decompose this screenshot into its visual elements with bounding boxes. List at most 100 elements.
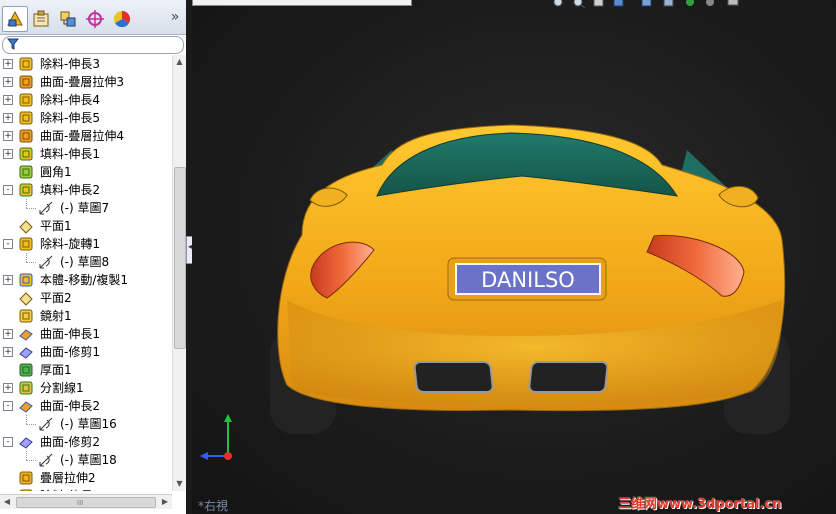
tree-item[interactable]: + 曲面-伸長1	[0, 325, 172, 343]
expand-tabs-chevron-icon[interactable]: »	[168, 9, 182, 25]
tab-property-manager[interactable]	[28, 6, 54, 32]
scroll-grip: III	[77, 499, 84, 507]
tree-item-label: 除料-伸長4	[40, 93, 100, 107]
tree-item[interactable]: 鏡射1	[0, 307, 172, 325]
tree-item-label: 圓角1	[40, 165, 72, 179]
loft-icon	[19, 471, 33, 485]
move-copy-body-icon	[19, 273, 33, 287]
property-manager-icon	[33, 10, 49, 27]
feature-tree-horizontal-scrollbar[interactable]: ◀ III ▶	[0, 494, 172, 509]
tree-item[interactable]: + 曲面-疊層拉伸3	[0, 73, 172, 91]
scroll-left-arrow-icon[interactable]: ◀	[0, 495, 14, 509]
tree-item-label: 曲面-疊層拉伸3	[40, 75, 124, 89]
expand-toggle-icon[interactable]: +	[3, 329, 13, 339]
scroll-up-arrow-icon[interactable]: ▲	[173, 55, 186, 69]
tree-item-label: 除料-伸長3	[40, 57, 100, 71]
tree-item[interactable]: - 除料-旋轉1	[0, 235, 172, 253]
tree-item[interactable]: +除料-伸長6	[0, 487, 172, 491]
collapse-toggle-icon[interactable]: -	[3, 185, 13, 195]
surface-extrude-icon	[19, 401, 33, 413]
surface-loft-icon	[19, 75, 33, 89]
vertical-scroll-thumb[interactable]	[174, 167, 186, 349]
tree-item[interactable]: - 填料-伸長2	[0, 181, 172, 199]
tree-item[interactable]: (-) 草圖8	[0, 253, 172, 271]
fillet-icon	[19, 165, 33, 179]
tree-item-label: 鏡射1	[40, 309, 72, 323]
tab-display-manager[interactable]	[109, 6, 135, 32]
tree-item[interactable]: 平面2	[0, 289, 172, 307]
collapse-toggle-icon[interactable]: -	[3, 239, 13, 249]
tree-item[interactable]: + 填料-伸長1	[0, 145, 172, 163]
feature-manager-icon	[7, 10, 23, 27]
license-plate-text: DANILSO	[481, 268, 575, 292]
tree-item[interactable]: (-) 草圖7	[0, 199, 172, 217]
tree-item-label: 本體-移動/複製1	[40, 273, 129, 287]
tree-item[interactable]: + 除料-伸長3	[0, 55, 172, 73]
tree-item-label: 平面2	[40, 291, 72, 305]
tree-item-label: 除料-旋轉1	[40, 237, 100, 251]
tree-item[interactable]: (-) 草圖16	[0, 415, 172, 433]
tree-guide-line	[26, 451, 27, 460]
view-orientation-label: *右視	[198, 499, 229, 513]
tree-item[interactable]: 平面1	[0, 217, 172, 235]
tree-item[interactable]: 圓角1	[0, 163, 172, 181]
tree-item[interactable]: + 除料-伸長4	[0, 91, 172, 109]
surface-extrude-icon	[19, 329, 33, 341]
plane-icon	[19, 292, 33, 306]
expand-toggle-icon[interactable]: +	[3, 59, 13, 69]
tree-guide-line	[26, 424, 36, 425]
tree-item-label: 曲面-修剪1	[40, 345, 100, 359]
collapse-toggle-icon[interactable]: -	[3, 437, 13, 447]
expand-toggle-icon[interactable]: +	[3, 95, 13, 105]
cut-extrude-icon	[19, 93, 33, 107]
feature-tree-vertical-scrollbar[interactable]: ▲ ▼	[172, 55, 186, 491]
tree-guide-line	[26, 415, 27, 424]
tree-guide-line	[26, 208, 36, 209]
boss-extrude-icon	[19, 147, 33, 161]
tree-item[interactable]: - 曲面-伸長2	[0, 397, 172, 415]
expand-toggle-icon[interactable]: +	[3, 131, 13, 141]
tree-item[interactable]: + 分割線1	[0, 379, 172, 397]
expand-toggle-icon[interactable]: +	[3, 149, 13, 159]
car-model-render[interactable]: DANILSO	[192, 0, 836, 514]
tab-feature-manager[interactable]	[2, 6, 28, 32]
expand-toggle-icon[interactable]: +	[3, 275, 13, 285]
tree-item[interactable]: - 曲面-修剪2	[0, 433, 172, 451]
collapse-toggle-icon[interactable]: -	[3, 401, 13, 411]
tree-guide-line	[26, 460, 36, 461]
split-line-icon	[19, 381, 33, 395]
expand-toggle-icon[interactable]: +	[3, 77, 13, 87]
tree-item-label: (-) 草圖7	[60, 201, 110, 215]
expand-toggle-icon[interactable]: +	[3, 383, 13, 393]
tree-item[interactable]: + 曲面-修剪1	[0, 343, 172, 361]
tree-item-label: (-) 草圖8	[60, 255, 110, 269]
tree-item-label: 疊層拉伸2	[40, 471, 96, 485]
tree-item-label: 厚面1	[40, 363, 72, 377]
expand-toggle-icon[interactable]: +	[3, 113, 13, 123]
tree-item-label: 曲面-伸長1	[40, 327, 100, 341]
cut-extrude-icon	[19, 111, 33, 125]
mirror-icon	[19, 309, 33, 323]
scroll-down-arrow-icon[interactable]: ▼	[173, 477, 186, 491]
tree-guide-line	[26, 199, 27, 208]
surface-loft-icon	[19, 129, 33, 143]
tree-filter-input[interactable]	[2, 36, 184, 54]
tree-guide-line	[26, 262, 36, 263]
tree-item[interactable]: + 曲面-疊層拉伸4	[0, 127, 172, 145]
tree-item[interactable]: + 本體-移動/複製1	[0, 271, 172, 289]
cut-extrude-icon	[19, 57, 33, 71]
thicken-icon	[19, 363, 33, 377]
tab-dimxpert-manager[interactable]	[82, 6, 108, 32]
scroll-right-arrow-icon[interactable]: ▶	[158, 495, 172, 509]
tree-item[interactable]: 疊層拉伸2	[0, 469, 172, 487]
boss-extrude-icon	[19, 183, 33, 197]
tree-guide-line	[26, 253, 27, 262]
tree-item-label: 除料-伸長6	[40, 488, 100, 491]
tree-item[interactable]: + 除料-伸長5	[0, 109, 172, 127]
tree-item[interactable]: (-) 草圖18	[0, 451, 172, 469]
tab-configuration-manager[interactable]	[55, 6, 81, 32]
surface-trim-icon	[19, 347, 33, 359]
horizontal-scroll-thumb[interactable]: III	[16, 497, 156, 508]
expand-toggle-icon[interactable]: +	[3, 347, 13, 357]
tree-item[interactable]: 厚面1	[0, 361, 172, 379]
